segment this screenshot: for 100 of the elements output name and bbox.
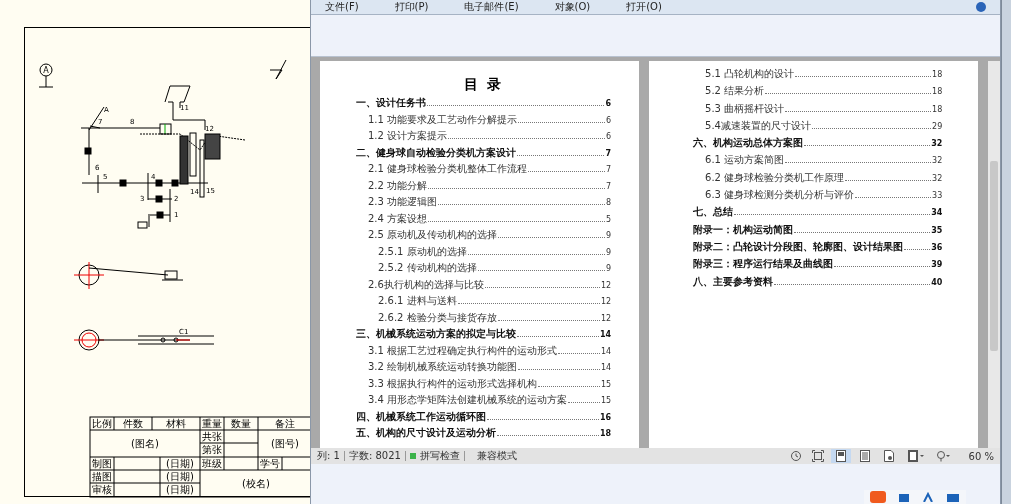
page-number: 9	[605, 246, 612, 259]
date-label: (日期)	[166, 471, 194, 482]
page-number: 9	[605, 230, 612, 242]
page-number: 32	[932, 155, 943, 168]
toc-entry[interactable]: 2.6执行机构的选择与比较	[368, 276, 484, 292]
toc-entry[interactable]: 6.1 运动方案简图	[705, 152, 785, 169]
title-block-label: 制图	[92, 458, 112, 469]
toc-entry[interactable]: 附录一：机构运动简图	[693, 221, 794, 238]
title-block-label: 第张	[202, 444, 222, 455]
dot-leader	[568, 402, 600, 403]
help-icon[interactable]	[976, 2, 986, 12]
title-block-label: 班级	[202, 458, 222, 469]
toc-entry[interactable]: 2.3 功能逻辑图	[368, 194, 438, 210]
toc-entry[interactable]: 二、健身球自动检验分类机方案设计	[356, 144, 516, 160]
page-number: 33	[932, 190, 943, 203]
page-number: 12	[600, 279, 612, 292]
scroll-thumb[interactable]	[990, 161, 998, 351]
toc-entry[interactable]: 2.5.2 传动机构的选择	[378, 260, 477, 276]
date-label: (日期)	[166, 484, 194, 495]
toc-entry[interactable]: 3.2 绘制机械系统运动转换功能图	[368, 359, 518, 375]
toc-entry[interactable]: 七、总结	[693, 204, 734, 221]
page-number: 18	[932, 86, 943, 99]
toc-entry[interactable]: 2.2 功能分解	[368, 177, 428, 193]
page-number: 18	[599, 428, 612, 440]
toc-entry[interactable]: 2.5.1 原动机的选择	[378, 243, 467, 259]
toc-entry[interactable]: 6.2 健身球检验分类机工作原理	[705, 169, 845, 187]
roughness-icon	[269, 59, 287, 80]
history-icon[interactable]	[789, 450, 802, 462]
toc-entry[interactable]: 5.2 结果分析	[705, 83, 765, 100]
word-count: 字数: 8021	[348, 449, 401, 463]
toc-entry[interactable]: 5.1 凸轮机构的设计	[705, 66, 795, 83]
toc-entry[interactable]: 附录三：程序运行结果及曲线图	[693, 256, 834, 273]
page-number: 6	[605, 114, 612, 127]
page-number: 14	[600, 345, 612, 358]
page-number: 15	[600, 378, 612, 391]
title-block-label: 描图	[92, 471, 112, 482]
toc-entry[interactable]: 五、机构的尺寸设计及运动分析	[356, 425, 496, 441]
toc-entry[interactable]: 5.3 曲柄摇杆设计	[705, 100, 785, 117]
toc-entry[interactable]: 2.1 健身球检验分类机整体工作流程	[368, 161, 528, 177]
toc-entry[interactable]: 六、机构运动总体方案图	[693, 135, 804, 152]
title-block-label: 数量	[231, 418, 251, 429]
toc-entry[interactable]: 3.4 用形态学矩阵法创建机械系统的运动方案	[368, 392, 568, 408]
menu-item[interactable]: 文件(F)	[325, 1, 359, 13]
page-number: 9	[605, 263, 612, 275]
toc-entry[interactable]: 2.6.1 进料与送料	[378, 293, 457, 309]
scrollbar[interactable]	[988, 61, 1000, 448]
toc-entry[interactable]: 5.4减速装置的尺寸设计	[705, 117, 811, 135]
drawing-name: (图名)	[131, 438, 159, 449]
page-number: 12	[600, 312, 612, 325]
page-number: 15	[600, 395, 612, 407]
page-number: 12	[600, 296, 612, 308]
toc-entry[interactable]: 1.2 设计方案提示	[368, 128, 448, 144]
toc-entry[interactable]: 四、机械系统工作运动循环图	[356, 408, 486, 424]
menu-item[interactable]: 对象(O)	[554, 1, 591, 13]
title-block-label: 审核	[92, 484, 112, 495]
toc-entry[interactable]: 附录二：凸轮设计分段图、轮廓图、设计结果图	[693, 238, 904, 256]
title-block-label: 重量	[202, 418, 222, 429]
page-number: 14	[600, 362, 612, 374]
toc-entry[interactable]: 1.1 功能要求及工艺动作分解提示	[368, 111, 518, 127]
title-block-label: 比例	[92, 418, 112, 429]
toc-entry[interactable]: 2.4 方案设想	[368, 210, 428, 226]
input-method-icon[interactable]	[870, 491, 886, 503]
date-label: (日期)	[166, 458, 194, 469]
page-number: 5	[605, 213, 612, 226]
title-block-label: 件数	[123, 418, 143, 429]
page-number: 16	[599, 411, 612, 424]
page-number: 40	[931, 276, 943, 289]
toc-entry[interactable]: 3.3 根据执行构件的运动形式选择机构	[368, 375, 538, 391]
toc-entry[interactable]: 6.3 健身球检测分类机分析与评价	[705, 187, 855, 204]
page-number: 34	[931, 207, 943, 220]
toc-entry[interactable]: 一、设计任务书	[356, 95, 426, 111]
page-number: 7	[605, 180, 612, 193]
menu-item[interactable]: 电子邮件(E)	[464, 1, 519, 13]
zoom-level[interactable]: 60 %	[968, 450, 994, 462]
dot-leader	[904, 248, 931, 250]
page-number: 32	[932, 172, 943, 185]
title-block-label: 备注	[275, 418, 295, 429]
lightbulb-icon[interactable]	[935, 450, 952, 462]
toc-entry[interactable]: 三、机械系统运动方案的拟定与比较	[356, 326, 516, 342]
page-view-button[interactable]	[830, 449, 851, 463]
title-block-label: 材料	[166, 418, 186, 429]
title-block-label: 学号	[260, 458, 280, 469]
menu-item[interactable]: 打印(P)	[394, 1, 429, 13]
spell-check-button[interactable]: 拼写检查	[419, 449, 460, 463]
column-indicator: 列: 1	[317, 449, 340, 463]
dot-leader	[538, 385, 600, 387]
toc-entry[interactable]: 3.1 根据工艺过程确定执行构件的运动形式	[368, 342, 558, 358]
page-number: 29	[932, 120, 943, 133]
toc-entry[interactable]: 八、主要参考资料	[693, 273, 774, 290]
page-number: 14	[599, 329, 612, 341]
menu-item[interactable]: 打开(O)	[626, 1, 662, 13]
toc-entry[interactable]: 2.5 原动机及传动机构的选择	[368, 227, 498, 243]
page-number: 39	[931, 259, 943, 272]
school-name: (校名)	[242, 478, 270, 489]
page-number: 35	[931, 224, 943, 237]
toc-entry[interactable]: 2.6.2 检验分类与接货存放	[378, 309, 497, 325]
drawing-number: (图号)	[271, 438, 299, 449]
fullscreen-icon[interactable]	[811, 450, 824, 462]
page-number: 6	[605, 131, 612, 143]
dot-leader	[558, 352, 600, 354]
